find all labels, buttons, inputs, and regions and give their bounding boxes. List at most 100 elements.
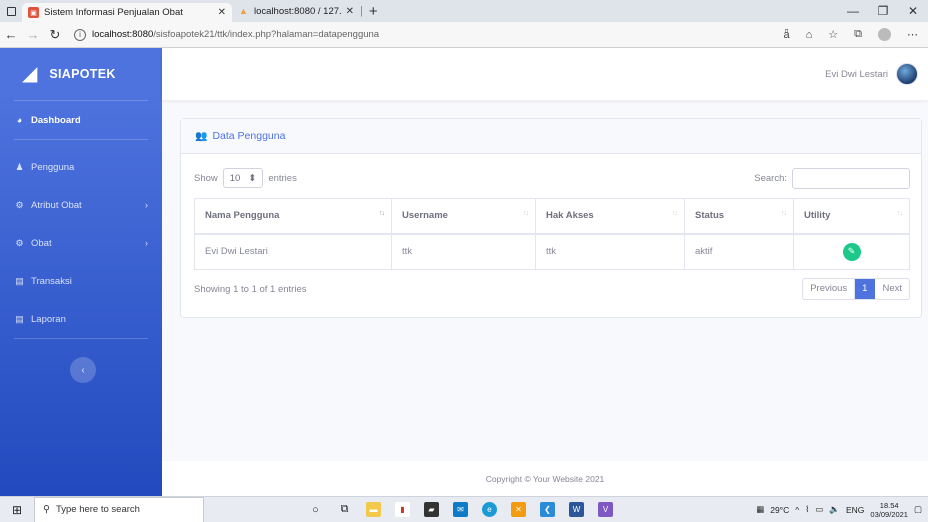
favorites-icon[interactable]: ☆ — [828, 28, 838, 41]
network-icon[interactable]: ⌇ — [805, 504, 809, 515]
next-button[interactable]: Next — [875, 279, 909, 299]
visio-icon[interactable]: V — [598, 502, 613, 517]
page-1-button[interactable]: 1 — [855, 279, 876, 299]
language-indicator[interactable]: ENG — [846, 505, 864, 515]
user-icon: ♟ — [15, 161, 24, 172]
sidebar-item-transaksi[interactable]: ▤ Transaksi — [0, 262, 162, 300]
address-bar-actions: ǟ ⌂ ☆ ⧉ ⋯ — [783, 28, 928, 41]
xampp-icon[interactable]: ✕ — [511, 502, 526, 517]
browser-tab-active[interactable]: ▣ Sistem Informasi Penjualan Obat ✕ — [22, 3, 232, 22]
close-tab-icon[interactable]: ✕ — [218, 7, 226, 18]
users-table: Nama Pengguna ↑↓ Username ↑↓ Hak Akses ↑↓ S… — [194, 198, 910, 270]
topbar: Evi Dwi Lestari — [162, 48, 928, 100]
column-header-nama[interactable]: Nama Pengguna ↑↓ — [194, 198, 392, 235]
word-icon[interactable]: W — [569, 502, 584, 517]
site-info-icon[interactable]: i — [74, 28, 86, 41]
notifications-icon[interactable]: ▢ — [914, 504, 922, 515]
entries-label: entries — [268, 172, 297, 184]
maximize-icon[interactable]: ❐ — [868, 0, 898, 22]
cortana-icon[interactable]: ○ — [308, 502, 323, 517]
user-avatar[interactable] — [896, 63, 918, 85]
refresh-icon[interactable]: ↻ — [44, 27, 66, 43]
close-window-icon[interactable]: ✕ — [898, 0, 928, 22]
mortar-pestle-icon: ◢ — [22, 63, 38, 85]
tray-chevron-icon[interactable]: ^ — [795, 505, 799, 515]
tab-title: Sistem Informasi Penjualan Obat — [44, 7, 183, 18]
browser-address-bar: ← → ↻ i localhost:8080/sisfoapotek21/ttk… — [0, 22, 928, 48]
battery-icon[interactable]: ▭ — [815, 504, 823, 515]
close-tab-icon[interactable]: ✕ — [346, 6, 354, 17]
search-icon: ⚲ — [43, 504, 50, 515]
read-aloud-icon[interactable]: ǟ — [783, 29, 789, 41]
file-explorer-icon[interactable]: ▬ — [366, 502, 381, 517]
search-input[interactable] — [792, 167, 910, 189]
weather-icon[interactable]: ▦ — [756, 504, 764, 515]
store-icon[interactable]: ▰ — [424, 502, 439, 517]
mail-icon[interactable]: ✉ — [453, 502, 468, 517]
sidebar-item-obat[interactable]: ⚙ Obat › — [0, 224, 162, 262]
sidebar-item-laporan[interactable]: ▤ Laporan — [0, 300, 162, 338]
cell-username: ttk — [391, 233, 536, 270]
screen: ▣ Sistem Informasi Penjualan Obat ✕ ▲ lo… — [0, 0, 928, 522]
weather-temp[interactable]: 29°C — [770, 505, 789, 515]
sidebar-item-label: Atribut Obat — [31, 199, 82, 211]
site-favicon-icon: ▣ — [28, 7, 39, 18]
window-menu-icon[interactable] — [0, 0, 22, 22]
volume-icon[interactable]: 🔈 — [829, 504, 840, 515]
taskbar-search[interactable]: ⚲ Type here to search — [34, 496, 204, 522]
tachometer-icon: ◕ — [16, 115, 23, 125]
cell-utility: ✎ — [793, 233, 910, 270]
column-header-status[interactable]: Status ↑↓ — [684, 198, 794, 235]
users-icon: 👥 — [195, 130, 208, 142]
windows-start-icon[interactable]: ⊞ — [0, 503, 34, 517]
user-name[interactable]: Evi Dwi Lestari — [825, 69, 888, 80]
sidebar-item-label: Transaksi — [31, 275, 72, 287]
more-menu-icon[interactable]: ⋯ — [907, 28, 918, 41]
table-icon: ▤ — [15, 313, 24, 324]
card-body: Show 10 ⬍ entries Search: Nama Pengguna ↑… — [194, 167, 910, 300]
windows-taskbar: ⊞ ⚲ Type here to search ○ ⧉ ▬ ▮ ▰ ✉ e ✕ … — [0, 496, 928, 522]
card-header: 👥 Data Pengguna — [181, 119, 921, 154]
url-field[interactable]: localhost:8080/sisfoapotek21/ttk/index.p… — [92, 29, 379, 40]
profile-icon[interactable] — [878, 28, 891, 41]
app-icon[interactable]: ▮ — [395, 502, 410, 517]
sidebar-item-atribut-obat[interactable]: ⚙ Atribut Obat › — [0, 186, 162, 224]
column-header-hak-akses[interactable]: Hak Akses ↑↓ — [535, 198, 685, 235]
sidebar: ◢ SIAPOTEK ◕ Dashboard ♟ Pengguna ⚙ Atri… — [0, 48, 162, 496]
sidebar-toggle-button[interactable]: ‹ — [70, 357, 96, 383]
column-header-utility[interactable]: Utility ↑↓ — [793, 198, 910, 235]
page-length-value: 10 — [229, 172, 241, 184]
clock-date: 03/09/2021 — [870, 509, 908, 519]
table-controls: Show 10 ⬍ entries Search: — [194, 167, 910, 189]
tab-title: localhost:8080 / 127.0.0.1 / apot — [254, 5, 341, 17]
vscode-icon[interactable]: ❮ — [540, 502, 555, 517]
clock[interactable]: 18.54 03/09/2021 — [870, 501, 908, 519]
minimize-icon[interactable]: — — [838, 0, 868, 22]
table-header-row: Nama Pengguna ↑↓ Username ↑↓ Hak Akses ↑↓ S… — [194, 198, 910, 235]
column-header-username[interactable]: Username ↑↓ — [391, 198, 536, 235]
forward-arrow-icon[interactable]: → — [22, 27, 44, 42]
table-info: Showing 1 to 1 of 1 entries — [194, 283, 307, 295]
url-path: /sisfoapotek21/ttk/index.php?halaman=dat… — [153, 29, 380, 40]
new-tab-button[interactable]: + — [363, 3, 384, 20]
sidebar-item-pengguna[interactable]: ♟ Pengguna — [0, 148, 162, 186]
back-arrow-icon[interactable]: ← — [0, 27, 22, 42]
edit-button[interactable]: ✎ — [842, 242, 861, 261]
sidebar-item-dashboard[interactable]: ◕ Dashboard — [0, 101, 162, 139]
browser-tab-inactive[interactable]: ▲ localhost:8080 / 127.0.0.1 / apot ✕ — [232, 0, 360, 22]
table-icon: ▤ — [15, 275, 24, 286]
previous-button[interactable]: Previous — [803, 279, 856, 299]
sidebar-brand[interactable]: ◢ SIAPOTEK — [0, 48, 162, 100]
extension-icon[interactable]: ⌂ — [806, 29, 813, 41]
page-length-select[interactable]: 10 ⬍ — [222, 168, 264, 188]
task-view-icon[interactable]: ⧉ — [337, 502, 352, 517]
sort-icon: ↑↓ — [379, 210, 385, 217]
sidebar-item-label: Laporan — [31, 313, 66, 325]
edge-icon[interactable]: e — [482, 502, 497, 517]
data-pengguna-card: 👥 Data Pengguna Show 10 ⬍ entries Search… — [180, 118, 922, 318]
search-label: Search: — [754, 172, 787, 184]
sort-icon: ↑↓ — [897, 210, 903, 217]
sidebar-item-label: Pengguna — [31, 161, 75, 173]
collections-icon[interactable]: ⧉ — [854, 28, 862, 41]
taskbar-apps: ○ ⧉ ▬ ▮ ▰ ✉ e ✕ ❮ W V — [308, 502, 613, 517]
